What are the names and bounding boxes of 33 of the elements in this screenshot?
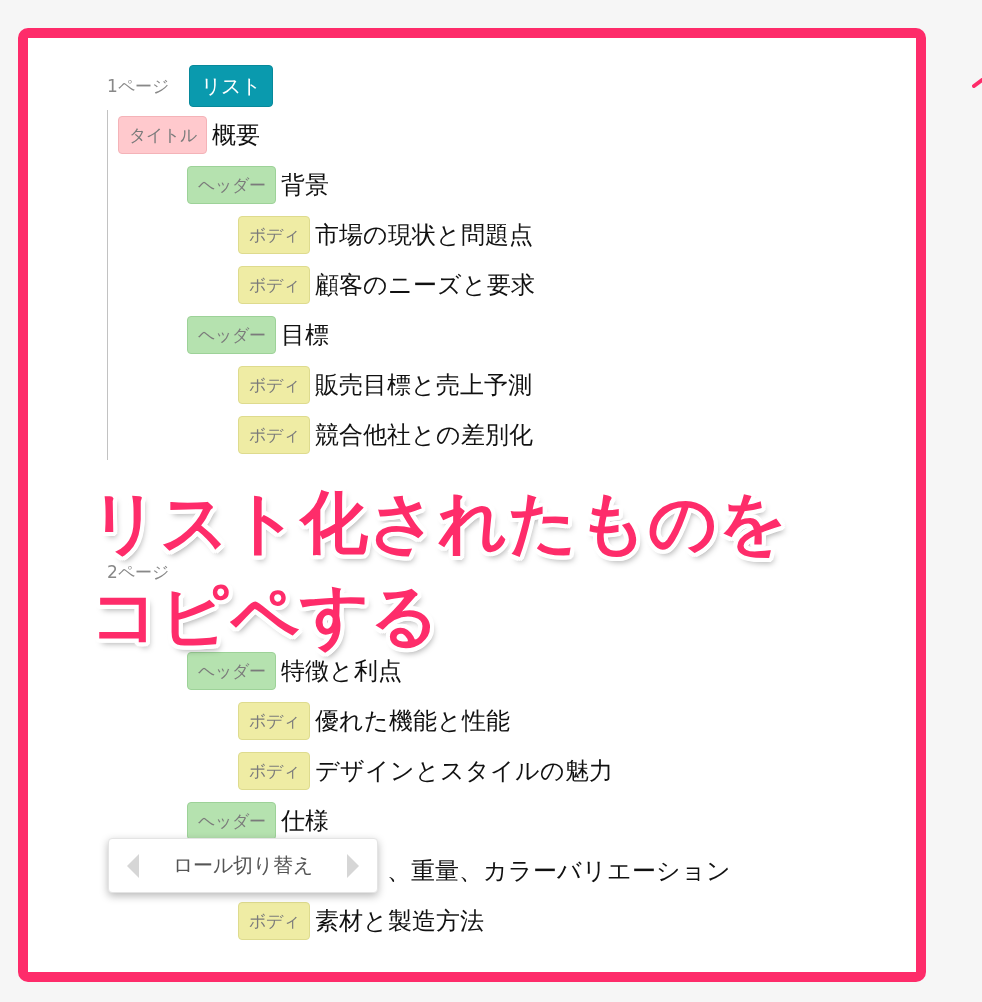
outline-text: 顧客のニーズと要求	[315, 273, 535, 297]
outline-text: 優れた機能と性能	[315, 709, 510, 733]
caret-left-icon[interactable]	[127, 853, 139, 878]
role-tag[interactable]: ヘッダー	[187, 166, 276, 204]
outline-text: 、重量、カラーバリエーション	[387, 859, 731, 883]
outline-text: 背景	[281, 173, 329, 197]
popup-label: ロール切り替え	[173, 852, 313, 879]
role-tag[interactable]: ボディ	[238, 902, 310, 940]
role-tag[interactable]: ボディ	[238, 366, 310, 404]
role-tag[interactable]: ボディ	[238, 416, 310, 454]
outline-text: 素材と製造方法	[315, 909, 484, 933]
outline-text: 目標	[281, 323, 329, 347]
role-tag[interactable]: ヘッダー	[187, 316, 276, 354]
list-button[interactable]: リスト	[188, 65, 273, 107]
outline-text: 仕様	[281, 809, 329, 833]
role-tag[interactable]: ボディ	[238, 216, 310, 254]
role-tag[interactable]: ヘッダー	[187, 802, 276, 840]
role-tag[interactable]: タイトル	[118, 116, 207, 154]
page-label: 1ページ	[107, 77, 169, 95]
outline-text: 特徴と利点	[281, 659, 402, 683]
role-tag[interactable]: ヘッダー	[187, 652, 276, 690]
outline-text: デザインとスタイルの魅力	[315, 759, 613, 783]
outline-text: 概要	[212, 123, 260, 147]
outline-text: 販売目標と売上予測	[315, 373, 532, 397]
role-tag[interactable]: ボディ	[238, 702, 310, 740]
role-tag[interactable]: ボディ	[238, 266, 310, 304]
annotation-stroke	[972, 78, 982, 88]
outline-text: 市場の現状と問題点	[315, 223, 533, 247]
caption-text: リスト化されたものを	[90, 489, 788, 557]
page-label: 2ページ	[107, 563, 169, 581]
role-tag[interactable]: ボディ	[238, 752, 310, 790]
outline-text: 競合他社との差別化	[315, 423, 533, 447]
caret-right-icon[interactable]	[347, 853, 359, 878]
